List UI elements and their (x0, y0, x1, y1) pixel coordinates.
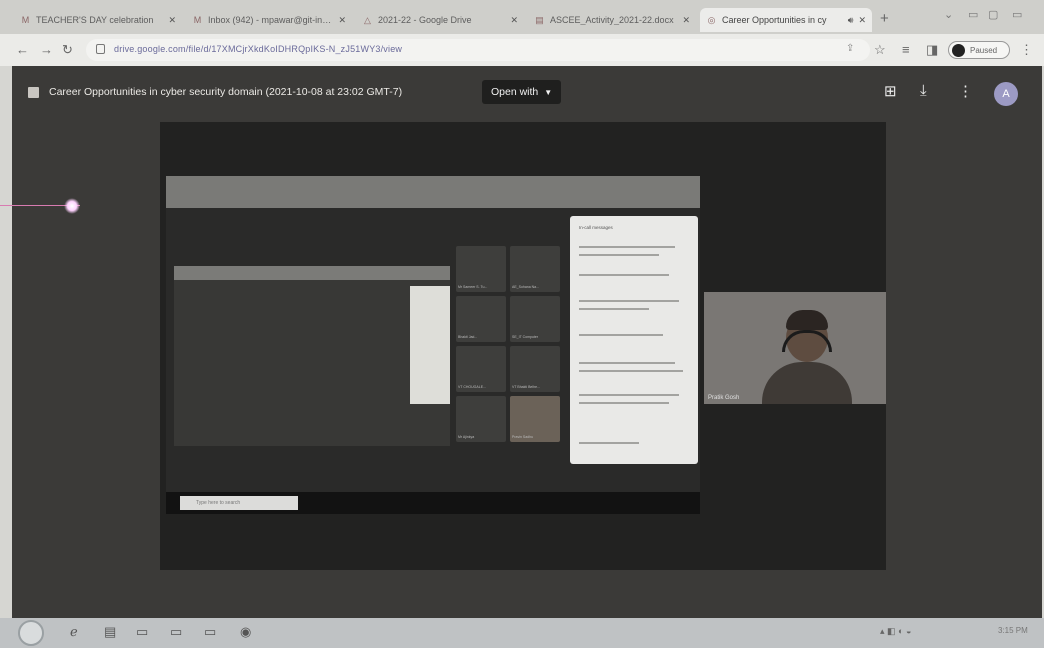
participant-tile: VT Bhakti Belhe... (510, 346, 560, 392)
recorded-browser-bar (166, 176, 700, 208)
chat-input (579, 442, 639, 444)
tab-google-drive[interactable]: △ 2021-22 - Google Drive ✕ (356, 8, 524, 32)
recorded-search-box: Type here to search (180, 496, 298, 510)
participant-tile: Mr Sameer S. Tu... (456, 246, 506, 292)
tab-search-icon[interactable]: ⌄ (944, 8, 953, 21)
share-icon[interactable]: ⇪ (846, 43, 854, 54)
recorded-taskbar: Type here to search (166, 492, 700, 514)
back-icon[interactable]: ← (16, 42, 29, 57)
clock[interactable]: 3:15 PM (998, 626, 1028, 635)
tab-teachers-day[interactable]: M TEACHER'S DAY celebration ✕ (14, 8, 182, 32)
document-icon: ▤ (535, 14, 544, 25)
close-icon[interactable]: ✕ (168, 15, 176, 26)
download-icon[interactable]: ⤓ (920, 82, 927, 99)
tab-inbox[interactable]: M Inbox (942) - mpawar@git-india ✕ (186, 8, 352, 32)
recorded-screen: Mr Sameer S. Tu... AE_Sohana Na... Bhakt… (166, 176, 700, 514)
menu-icon[interactable]: ⋮ (1020, 42, 1033, 58)
tab-ascee-activity[interactable]: ▤ ASCEE_Activity_2021-22.docx ✕ (528, 8, 696, 32)
nested-toolbar (174, 266, 450, 280)
add-comment-icon[interactable]: ⊞ (884, 82, 897, 100)
participant-tile: Pravin Sadhu (510, 396, 560, 442)
account-avatar[interactable]: A (994, 82, 1018, 106)
video-file-icon (28, 86, 39, 98)
presenter-hair (786, 310, 828, 330)
participant-grid: Mr Sameer S. Tu... AE_Sohana Na... Bhakt… (456, 246, 566, 444)
search-placeholder: Type here to search (196, 500, 241, 506)
star-icon[interactable]: ☆ (874, 42, 886, 58)
address-bar[interactable]: drive.google.com/file/d/17XMCjrXkdKoIDHR… (86, 39, 870, 61)
url-text: drive.google.com/file/d/17XMCjrXkdKoIDHR… (114, 44, 403, 54)
start-button[interactable] (18, 620, 44, 646)
drive-preview: Career Opportunities in cyber security d… (12, 66, 1042, 626)
globe-icon: ◎ (707, 14, 716, 25)
chat-line (579, 362, 675, 364)
in-call-chat-panel: In-call messages (570, 216, 698, 464)
close-icon[interactable]: ✕ (682, 15, 690, 26)
chat-line (579, 246, 675, 248)
app-icon[interactable]: ▭ (136, 624, 148, 640)
forward-icon[interactable]: → (40, 42, 53, 57)
profile-status: Paused (970, 46, 998, 55)
minimize-icon[interactable]: ▭ (968, 8, 978, 21)
file-header: Career Opportunities in cyber security d… (28, 86, 402, 98)
more-options-icon[interactable]: ⋮ (958, 82, 973, 100)
chat-line (579, 300, 679, 302)
chrome-icon[interactable]: ◉ (240, 624, 251, 640)
chat-line (579, 334, 663, 336)
tab-title: Career Opportunities in cy (722, 15, 827, 25)
close-icon[interactable]: ✕ (338, 15, 346, 26)
participant-tile: SE_IT Computer (510, 296, 560, 342)
presenter-camera: Pratik Gosh (704, 292, 886, 404)
camera-name-label: Pratik Gosh (708, 395, 740, 401)
participant-tile: VT CHOUGALE... (456, 346, 506, 392)
open-with-label: Open with (491, 86, 539, 98)
new-tab-icon[interactable]: + (880, 10, 889, 27)
tab-title: TEACHER'S DAY celebration (36, 15, 154, 25)
chat-line (579, 394, 679, 396)
chat-line (579, 402, 669, 404)
window-close-icon[interactable]: ▭ (1012, 8, 1022, 21)
nested-meeting-screen (174, 266, 450, 446)
open-with-button[interactable]: Open with ▼ (482, 80, 562, 104)
chat-line (579, 254, 659, 256)
reload-icon[interactable]: ↻ (62, 42, 73, 58)
close-icon[interactable]: ✕ (858, 15, 866, 26)
reading-list-icon[interactable]: ≡ (902, 42, 910, 57)
gmail-icon: M (21, 14, 30, 25)
system-tray-icons[interactable]: ▴ ◧ ◐ ◒ (880, 626, 911, 637)
ie-icon[interactable]: ℯ (70, 624, 78, 640)
os-taskbar: ℯ ▤ ▭ ▭ ▭ ◉ ▴ ◧ ◐ ◒ 3:15 PM (0, 618, 1044, 648)
drive-icon: △ (364, 14, 371, 25)
chat-title: In-call messages (579, 225, 613, 230)
participant-tile: Mr Ajinkya (456, 396, 506, 442)
participant-tile: AE_Sohana Na... (510, 246, 560, 292)
file-title: Career Opportunities in cyber security d… (49, 86, 403, 98)
tab-title: 2021-22 - Google Drive (378, 15, 472, 25)
caret-down-icon: ▼ (544, 87, 553, 97)
light-glare (64, 198, 80, 214)
chat-line (579, 308, 649, 310)
browser-toolbar: ← → ↻ drive.google.com/file/d/17XMCjrXkd… (0, 34, 1044, 66)
profile-avatar (952, 44, 965, 57)
video-player[interactable]: Mr Sameer S. Tu... AE_Sohana Na... Bhakt… (160, 122, 886, 570)
app-icon[interactable]: ▭ (170, 624, 182, 640)
tab-strip: M TEACHER'S DAY celebration ✕ M Inbox (9… (0, 0, 1044, 34)
side-panel-icon[interactable]: ◨ (926, 42, 938, 58)
audio-icon[interactable]: 🔊︎ (848, 15, 854, 26)
gmail-icon: M (193, 14, 202, 25)
participant-tile: Bhakti Jad... (456, 296, 506, 342)
chat-line (579, 274, 669, 276)
folder-icon[interactable]: ▤ (104, 624, 116, 640)
tab-title: Inbox (942) - mpawar@git-india (208, 15, 334, 25)
screen: M TEACHER'S DAY celebration ✕ M Inbox (9… (0, 0, 1044, 648)
app-icon[interactable]: ▭ (204, 624, 216, 640)
tab-career-opportunities[interactable]: ◎ Career Opportunities in cy 🔊︎ ✕ (700, 8, 872, 32)
chat-line (579, 370, 683, 372)
profile-button[interactable]: Paused (948, 41, 1010, 59)
nested-chat (410, 286, 450, 404)
lock-icon (96, 44, 105, 54)
maximize-icon[interactable]: ▢ (988, 8, 998, 21)
tab-title: ASCEE_Activity_2021-22.docx (550, 15, 674, 25)
close-icon[interactable]: ✕ (510, 15, 518, 26)
